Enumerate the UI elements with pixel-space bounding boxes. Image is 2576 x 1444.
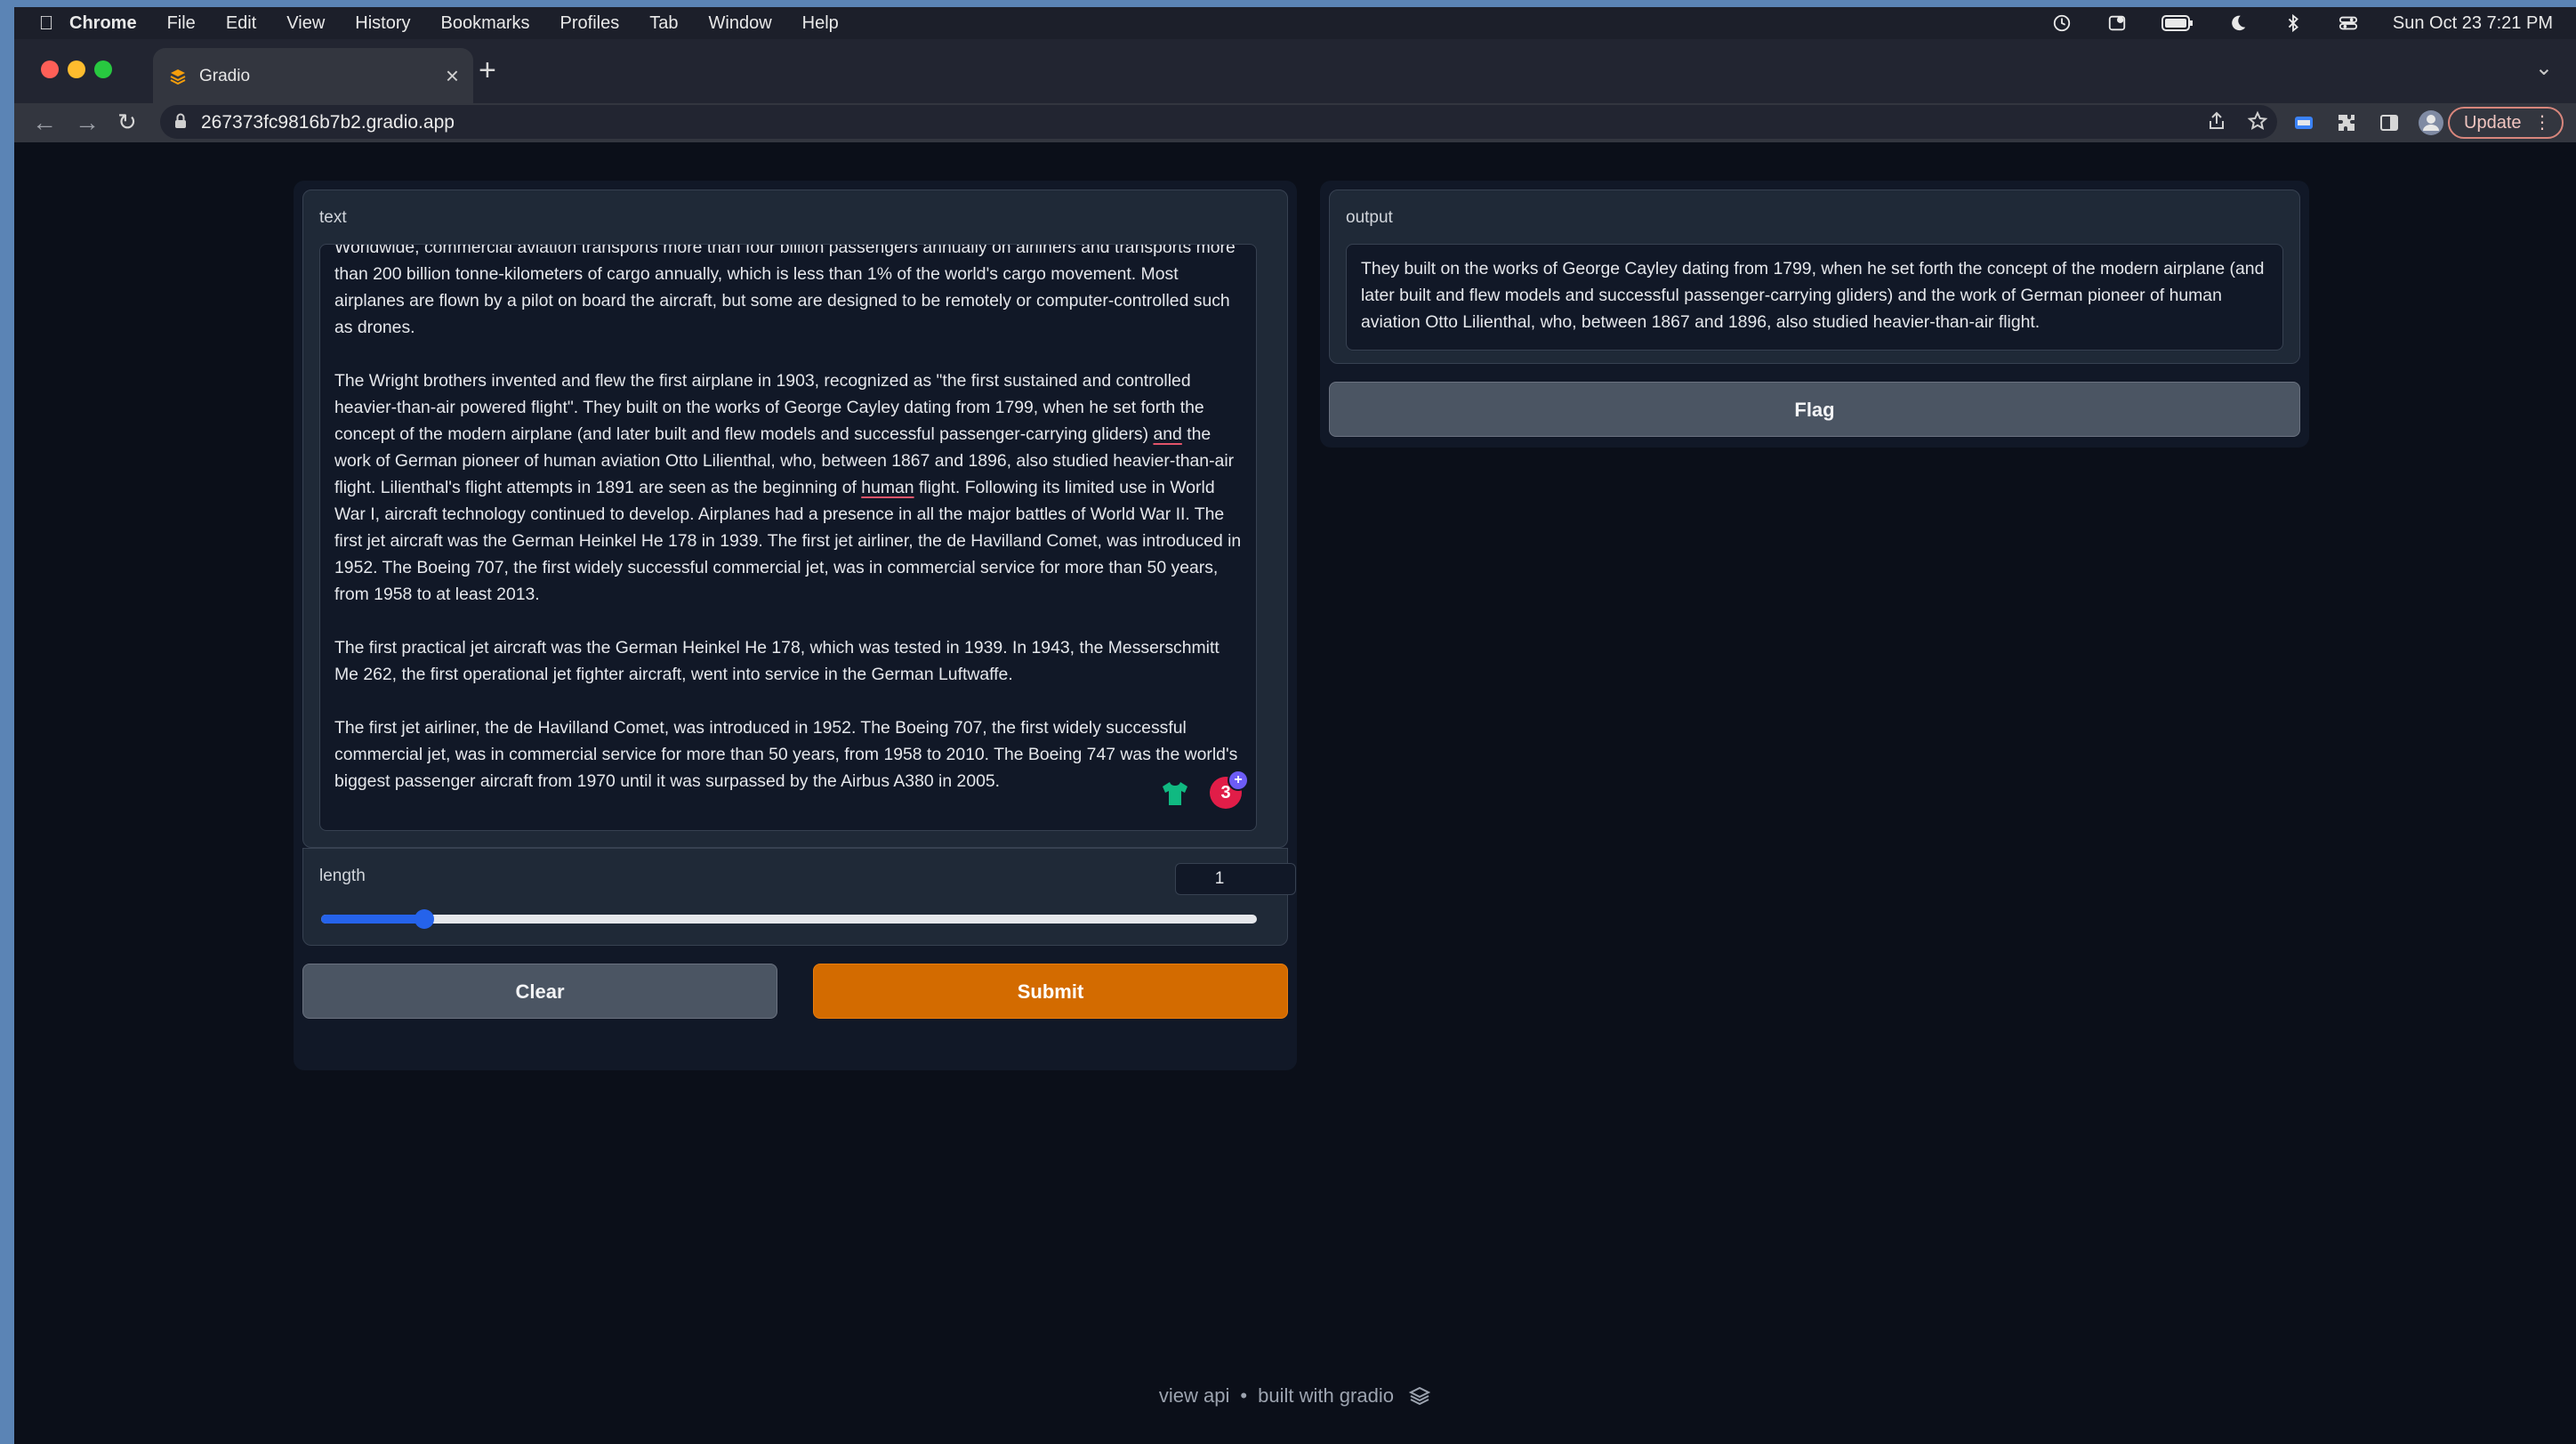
text-paragraph-2: The Wright brothers invented and flew th…	[334, 371, 1242, 604]
menu-edit[interactable]: Edit	[226, 13, 256, 34]
more-vertical-icon[interactable]: ⋮	[2533, 109, 2551, 137]
address-bar[interactable]: 267373fc9816b7b2.gradio.app	[160, 105, 2277, 139]
minimize-window-button[interactable]	[68, 61, 85, 78]
screen-record-icon[interactable]	[2106, 13, 2128, 33]
browser-toolbar: ← → ↻ 267373fc9816b7b2.gradio.app Update…	[14, 103, 2576, 142]
screen-time-icon[interactable]	[2051, 13, 2073, 33]
submit-button[interactable]: Submit	[813, 964, 1288, 1019]
length-label: length	[319, 867, 366, 885]
bookmark-star-icon[interactable]	[2247, 110, 2268, 132]
flag-button[interactable]: Flag	[1329, 382, 2300, 437]
maximize-window-button[interactable]	[94, 61, 112, 78]
focus-moon-icon[interactable]	[2227, 13, 2249, 33]
battery-icon[interactable]	[2161, 13, 2194, 33]
new-tab-icon[interactable]: +	[479, 53, 496, 88]
menu-history[interactable]: History	[355, 13, 410, 34]
clear-button[interactable]: Clear	[302, 964, 777, 1019]
menu-view[interactable]: View	[286, 13, 325, 34]
footer: view api • built with gradio	[14, 1384, 2576, 1408]
desktop-edge	[0, 0, 2576, 7]
menubar-clock[interactable]: Sun Oct 23 7:21 PM	[2393, 13, 2553, 34]
url-text: 267373fc9816b7b2.gradio.app	[201, 112, 455, 133]
apple-icon[interactable]: 	[23, 12, 69, 35]
text-paragraph-1: Worldwide, commercial aviation transport…	[334, 244, 1236, 337]
gradio-logo-icon	[1408, 1386, 1431, 1406]
output-panel: output They built on the works of George…	[1320, 181, 2309, 448]
text-paragraph-4: The first jet airliner, the de Havilland…	[334, 718, 1238, 791]
extension-tab-icon[interactable]	[2293, 112, 2314, 133]
menu-profiles[interactable]: Profiles	[560, 13, 620, 34]
output-textbox[interactable]: They built on the works of George Cayley…	[1346, 244, 2283, 351]
tab-search-chevron-icon[interactable]: ⌄	[2535, 55, 2553, 81]
menu-app-name[interactable]: Chrome	[69, 13, 137, 34]
output-label: output	[1346, 208, 1393, 227]
input-panel: text Worldwide, commercial aviation tran…	[294, 181, 1297, 1070]
extensions-puzzle-icon[interactable]	[2336, 112, 2357, 133]
menu-tab[interactable]: Tab	[649, 13, 678, 34]
macos-menubar:  Chrome File Edit View History Bookmark…	[14, 7, 2576, 39]
length-number-input[interactable]: 1	[1175, 863, 1296, 895]
footer-separator: •	[1240, 1384, 1248, 1407]
browser-tab-gradio[interactable]: Gradio ×	[153, 48, 473, 103]
side-panel-icon[interactable]	[2379, 112, 2400, 133]
tab-title: Gradio	[199, 67, 251, 85]
length-slider[interactable]	[321, 909, 1257, 929]
plus-icon: +	[1228, 770, 1249, 791]
tab-close-icon[interactable]: ×	[446, 62, 459, 90]
forward-arrow-icon[interactable]: →	[75, 109, 100, 137]
text-label: text	[319, 208, 347, 227]
text-input-content: Worldwide, commercial aviation transport…	[334, 244, 1247, 821]
gradio-page: text Worldwide, commercial aviation tran…	[14, 142, 2576, 1444]
gradio-favicon-icon	[170, 69, 186, 85]
text-paragraph-3: The first practical jet aircraft was the…	[334, 638, 1220, 684]
length-slider-block: length 1	[302, 848, 1296, 946]
close-window-button[interactable]	[41, 61, 59, 78]
desktop-edge-left	[0, 0, 14, 1444]
back-arrow-icon[interactable]: ←	[32, 109, 57, 137]
reload-icon[interactable]: ↻	[117, 109, 137, 136]
grammarly-shirt-icon[interactable]	[1160, 778, 1190, 809]
browser-tab-bar: Gradio × + ⌄	[14, 39, 2576, 103]
text-input-block: text Worldwide, commercial aviation tran…	[302, 190, 1288, 848]
spellcheck-underline[interactable]: human	[861, 478, 914, 497]
update-label: Update	[2464, 113, 2522, 133]
menu-file[interactable]: File	[167, 13, 196, 34]
view-api-link[interactable]: view api	[1159, 1384, 1229, 1407]
share-icon[interactable]	[2206, 110, 2227, 132]
menu-help[interactable]: Help	[802, 13, 839, 34]
built-with-gradio-link[interactable]: built with gradio	[1258, 1384, 1394, 1407]
lock-icon[interactable]	[174, 113, 187, 129]
grammar-issue-badge[interactable]: 3 +	[1210, 770, 1249, 809]
menu-bookmarks[interactable]: Bookmarks	[441, 13, 530, 34]
menu-window[interactable]: Window	[709, 13, 772, 34]
update-button[interactable]: Update ⋮	[2448, 107, 2564, 139]
output-block: output They built on the works of George…	[1329, 190, 2300, 364]
text-input[interactable]: Worldwide, commercial aviation transport…	[319, 244, 1257, 831]
profile-avatar[interactable]	[2418, 109, 2444, 136]
spellcheck-underline[interactable]: and	[1153, 424, 1181, 444]
slider-thumb[interactable]	[414, 909, 434, 929]
slider-fill	[321, 915, 424, 924]
control-center-icon[interactable]	[2338, 13, 2359, 33]
bluetooth-icon[interactable]	[2282, 13, 2304, 33]
